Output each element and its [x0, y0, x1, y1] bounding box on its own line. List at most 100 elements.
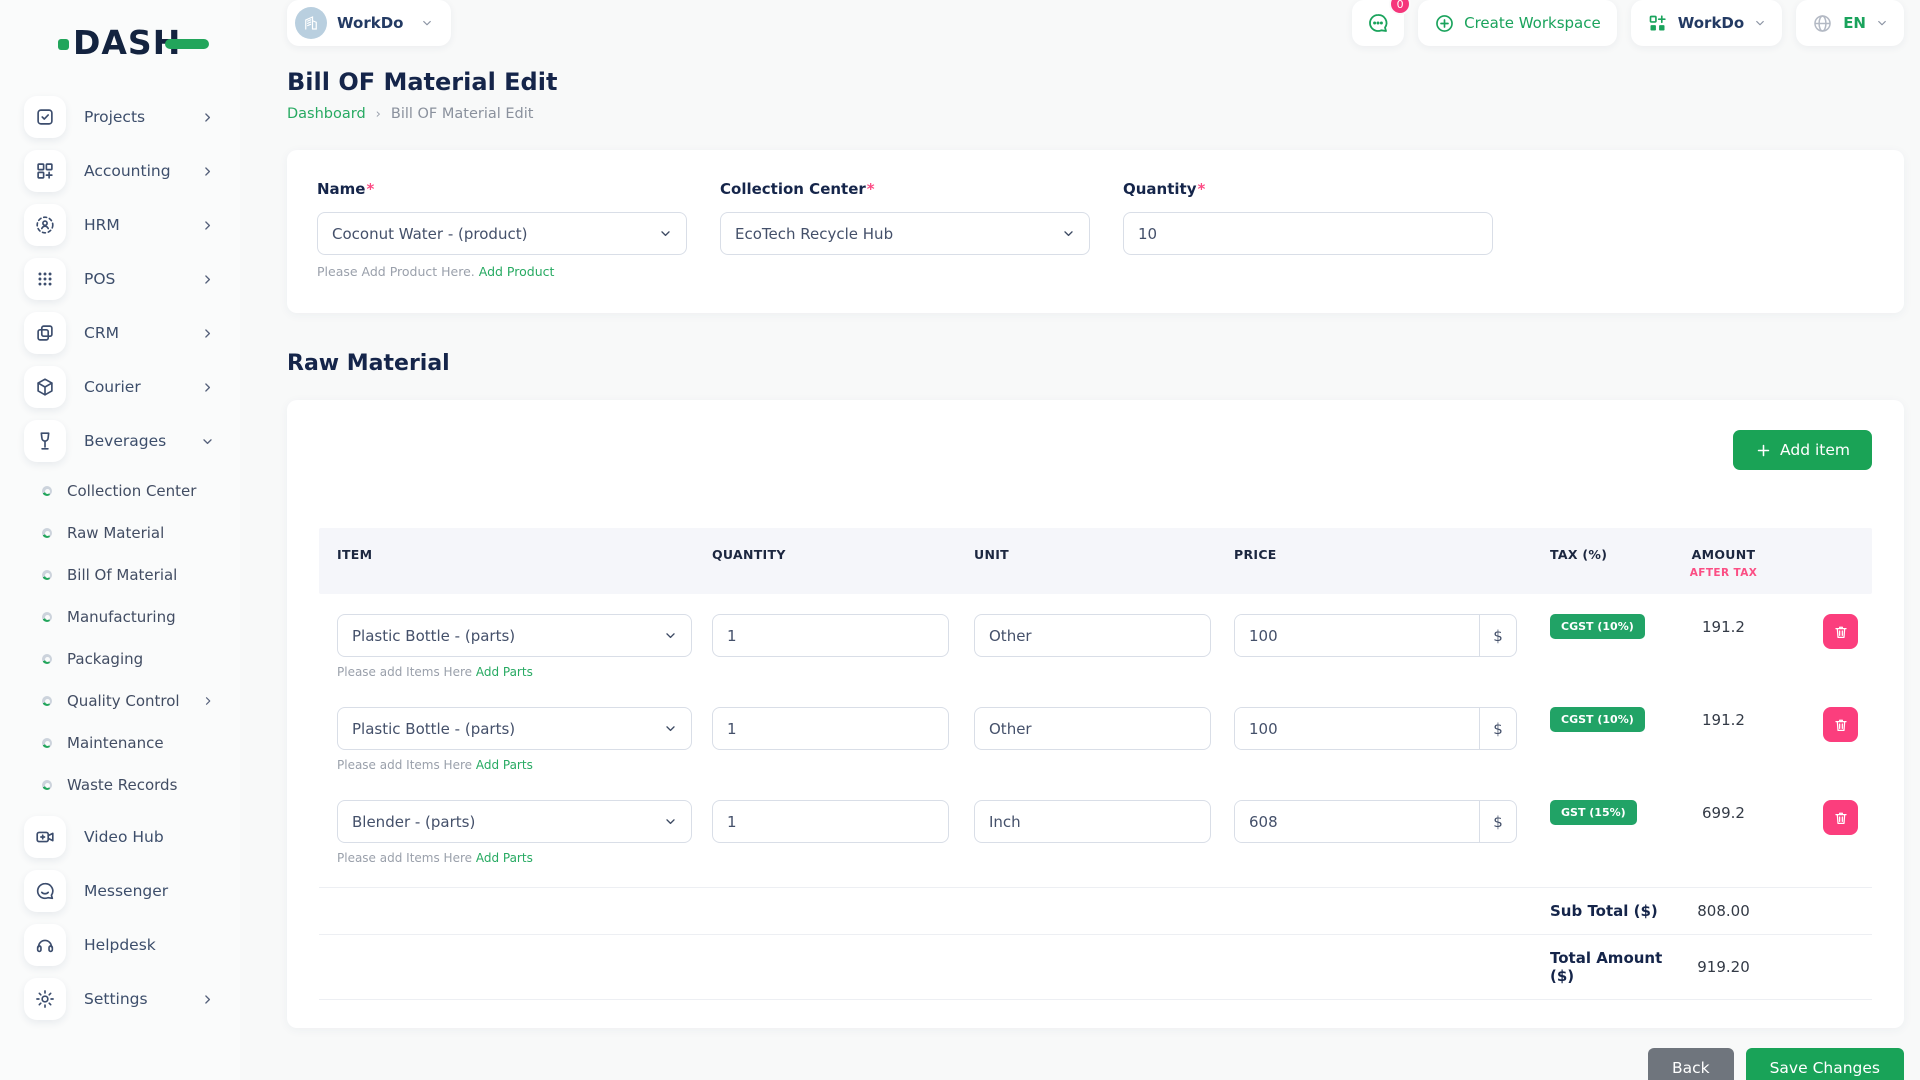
- name-select[interactable]: Coconut Water - (product): [317, 212, 687, 255]
- required-asterisk: *: [1198, 180, 1206, 198]
- sidebar-item-waste-records[interactable]: Waste Records: [0, 764, 240, 806]
- subtotal-value: 808.00: [1672, 902, 1775, 920]
- chevron-down-icon: [1876, 17, 1888, 29]
- row-unit-input[interactable]: [974, 800, 1211, 843]
- logo-bar: [165, 39, 209, 49]
- sidebar-item-accounting[interactable]: Accounting: [0, 146, 240, 196]
- row-unit-input[interactable]: [974, 707, 1211, 750]
- submenu-bullet-icon: [42, 528, 52, 538]
- name-label: Name: [317, 180, 365, 198]
- row-price-input[interactable]: [1235, 708, 1479, 749]
- sidebar-item-projects[interactable]: Projects: [0, 92, 240, 142]
- sidebar-item-video-hub[interactable]: Video Hub: [0, 812, 240, 862]
- required-asterisk: *: [867, 180, 875, 198]
- form-actions: Back Save Changes: [287, 1048, 1904, 1080]
- table-row: Plastic Bottle - (parts) Please add Item…: [319, 594, 1872, 687]
- chevron-right-icon: [201, 165, 214, 178]
- sidebar-item-pos[interactable]: POS: [0, 254, 240, 304]
- collection-center-field-group: Collection Center* EcoTech Recycle Hub: [720, 180, 1090, 279]
- back-button[interactable]: Back: [1648, 1048, 1734, 1080]
- sidebar-item-messenger[interactable]: Messenger: [0, 866, 240, 916]
- trash-icon: [1833, 624, 1849, 640]
- grid-plus-icon: [1647, 13, 1668, 34]
- row-unit-input[interactable]: [974, 614, 1211, 657]
- sidebar-item-hrm[interactable]: HRM: [0, 200, 240, 250]
- row-quantity-input[interactable]: [712, 707, 949, 750]
- chevron-right-icon: [201, 327, 214, 340]
- add-parts-link[interactable]: Add Parts: [476, 851, 533, 865]
- sidebar-item-courier[interactable]: Courier: [0, 362, 240, 412]
- row-amount: 699.2: [1672, 800, 1775, 822]
- save-changes-button[interactable]: Save Changes: [1746, 1048, 1904, 1080]
- col-header-after-tax: AFTER TAX: [1672, 567, 1775, 579]
- topbar: WorkDo 0 Create Workspace WorkDo: [287, 0, 1904, 46]
- topbar-actions: 0 Create Workspace WorkDo EN: [1352, 0, 1904, 46]
- table-header-row: ITEM QUANTITY UNIT PRICE TAX (%) AMOUNT …: [319, 528, 1872, 594]
- chevron-right-icon: [201, 381, 214, 394]
- sidebar-item-beverages[interactable]: Beverages: [0, 416, 240, 466]
- helpdesk-icon: [24, 924, 66, 966]
- submenu-bullet-icon: [42, 570, 52, 580]
- row-quantity-input[interactable]: [712, 800, 949, 843]
- sidebar-item-label: Projects: [84, 108, 201, 126]
- required-asterisk: *: [366, 180, 374, 198]
- sidebar-item-quality-control[interactable]: Quality Control: [0, 680, 240, 722]
- gear-icon: [24, 978, 66, 1020]
- sidebar-item-settings[interactable]: Settings: [0, 974, 240, 1024]
- add-item-button[interactable]: Add item: [1733, 430, 1872, 470]
- sidebar-item-label: Messenger: [84, 882, 240, 900]
- sidebar-item-manufacturing[interactable]: Manufacturing: [0, 596, 240, 638]
- workspace-selector[interactable]: WorkDo: [287, 0, 451, 46]
- add-parts-link[interactable]: Add Parts: [476, 665, 533, 679]
- chat-icon: [1366, 11, 1390, 35]
- item-select[interactable]: Plastic Bottle - (parts): [337, 614, 692, 657]
- beverages-submenu: Collection Center Raw Material Bill Of M…: [0, 470, 240, 806]
- sidebar-item-bill-of-material[interactable]: Bill Of Material: [0, 554, 240, 596]
- messenger-icon: [24, 870, 66, 912]
- submenu-bullet-icon: [42, 654, 52, 664]
- sidebar-item-crm[interactable]: CRM: [0, 308, 240, 358]
- sidebar-item-raw-material[interactable]: Raw Material: [0, 512, 240, 554]
- sidebar-item-packaging[interactable]: Packaging: [0, 638, 240, 680]
- beverages-icon: [24, 420, 66, 462]
- page-title: Bill OF Material Edit: [287, 68, 1904, 96]
- plus-circle-icon: [1434, 13, 1455, 34]
- plus-icon: [1755, 442, 1772, 459]
- app-root: DASH Projects Accounting HRM: [0, 0, 1920, 1080]
- item-select[interactable]: Plastic Bottle - (parts): [337, 707, 692, 750]
- row-amount: 191.2: [1672, 614, 1775, 636]
- row-price-input[interactable]: [1235, 801, 1479, 842]
- sidebar-item-helpdesk[interactable]: Helpdesk: [0, 920, 240, 970]
- collection-center-select[interactable]: EcoTech Recycle Hub: [720, 212, 1090, 255]
- delete-row-button[interactable]: [1823, 614, 1858, 649]
- col-header-price: PRICE: [1234, 547, 1522, 562]
- messages-button[interactable]: 0: [1352, 0, 1404, 46]
- currency-addon: $: [1479, 708, 1516, 749]
- dash-logo[interactable]: DASH: [58, 22, 240, 62]
- create-workspace-button[interactable]: Create Workspace: [1418, 0, 1617, 46]
- delete-row-button[interactable]: [1823, 800, 1858, 835]
- table-row: Plastic Bottle - (parts) Please add Item…: [319, 687, 1872, 780]
- submenu-bullet-icon: [42, 612, 52, 622]
- chevron-down-icon: [1062, 227, 1075, 240]
- delete-row-button[interactable]: [1823, 707, 1858, 742]
- item-select[interactable]: Blender - (parts): [337, 800, 692, 843]
- sidebar-item-collection-center[interactable]: Collection Center: [0, 470, 240, 512]
- breadcrumb: Dashboard › Bill OF Material Edit: [287, 106, 1904, 122]
- add-parts-link[interactable]: Add Parts: [476, 758, 533, 772]
- message-count-badge: 0: [1389, 0, 1411, 15]
- chevron-down-icon: [201, 435, 214, 448]
- add-product-link[interactable]: Add Product: [479, 264, 555, 279]
- raw-material-card: Add item ITEM QUANTITY UNIT PRICE TAX (%…: [287, 400, 1904, 1028]
- app-switcher-button[interactable]: WorkDo: [1631, 0, 1782, 46]
- quantity-input[interactable]: [1138, 225, 1478, 243]
- breadcrumb-dashboard-link[interactable]: Dashboard: [287, 106, 366, 122]
- row-price-input[interactable]: [1235, 615, 1479, 656]
- total-amount-value: 919.20: [1672, 958, 1775, 976]
- row-quantity-input[interactable]: [712, 614, 949, 657]
- logo-dot: [58, 39, 69, 50]
- workspace-avatar: [295, 7, 327, 39]
- submenu-bullet-icon: [42, 696, 52, 706]
- sidebar-item-maintenance[interactable]: Maintenance: [0, 722, 240, 764]
- language-selector[interactable]: EN: [1796, 0, 1904, 46]
